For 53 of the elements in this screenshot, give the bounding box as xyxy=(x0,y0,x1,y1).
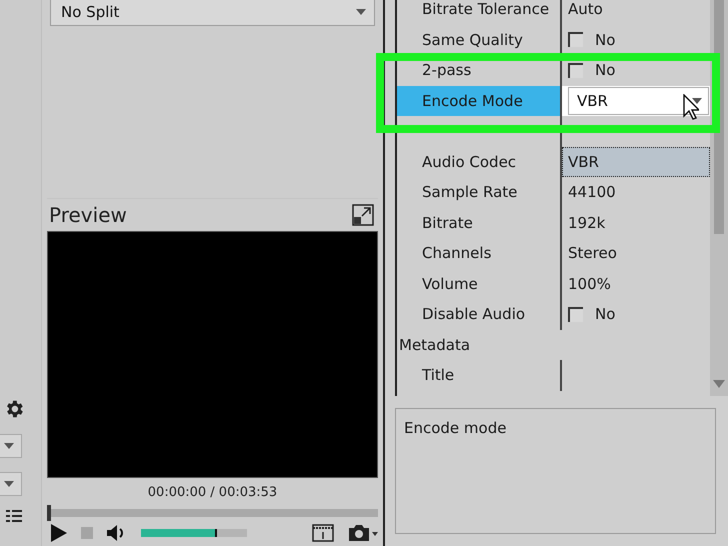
property-row[interactable]: Title xyxy=(397,360,710,390)
property-row[interactable]: Same Quality No xyxy=(397,24,710,55)
encode-mode-dropdown[interactable]: VBR xyxy=(568,86,709,115)
property-label: Channels xyxy=(422,244,492,262)
volume-slider[interactable] xyxy=(141,529,247,537)
checkbox[interactable] xyxy=(568,32,583,48)
property-label: Disable Audio xyxy=(422,305,526,324)
property-value: No xyxy=(595,61,616,80)
property-row[interactable]: Disable Audio No xyxy=(397,299,710,330)
property-value: Auto xyxy=(568,0,603,18)
checkbox[interactable] xyxy=(568,62,583,78)
film-clip-icon[interactable] xyxy=(312,524,334,542)
property-row[interactable]: Sample Rate 44100 xyxy=(397,177,710,208)
property-label: Encode Mode xyxy=(422,92,523,110)
property-label: Audio Codec xyxy=(422,152,516,171)
property-row[interactable]: Audio Codec VBR xyxy=(397,146,710,177)
property-row[interactable]: Bitrate 192k xyxy=(397,208,710,238)
property-label: Same Quality xyxy=(422,30,523,49)
property-label: Bitrate xyxy=(422,214,473,232)
property-value: No xyxy=(595,30,616,49)
description-text: Encode mode xyxy=(395,408,716,534)
property-value: Stereo xyxy=(568,244,617,262)
play-icon[interactable] xyxy=(51,524,67,542)
caret-icon xyxy=(4,481,14,487)
property-value: No xyxy=(595,305,616,324)
property-value: VBR xyxy=(568,152,599,171)
checkbox[interactable] xyxy=(568,306,583,322)
mouse-pointer-icon xyxy=(683,94,699,120)
dropdown-button[interactable] xyxy=(0,472,22,496)
caret-icon xyxy=(4,443,14,449)
property-row[interactable]: Bitrate Tolerance Auto xyxy=(397,0,710,24)
property-value: 100% xyxy=(568,274,611,293)
time-display: 00:00:00 / 00:03:53 xyxy=(146,485,278,500)
camera-icon[interactable] xyxy=(348,524,378,542)
property-row[interactable]: Channels Stereo xyxy=(397,238,710,268)
scrollbar[interactable] xyxy=(710,0,728,396)
property-value: 44100 xyxy=(568,183,616,202)
seek-thumb[interactable] xyxy=(47,505,51,521)
caret-icon xyxy=(692,98,702,104)
dropdown-button[interactable] xyxy=(0,434,22,458)
caret-icon xyxy=(356,9,366,15)
property-label: Title xyxy=(422,366,454,384)
property-value: 192k xyxy=(568,214,606,232)
property-row[interactable]: Volume 100% xyxy=(397,268,710,299)
property-label: Sample Rate xyxy=(422,183,518,202)
preview-title: Preview xyxy=(49,203,127,227)
property-label: 2-pass xyxy=(422,61,472,80)
property-label: Bitrate Tolerance xyxy=(422,0,550,18)
category-label[interactable]: Metadata xyxy=(399,336,470,354)
split-dropdown[interactable]: No Split xyxy=(50,0,375,26)
expand-icon[interactable] xyxy=(352,204,374,226)
list-icon[interactable] xyxy=(6,510,22,522)
property-label: Volume xyxy=(422,274,478,293)
